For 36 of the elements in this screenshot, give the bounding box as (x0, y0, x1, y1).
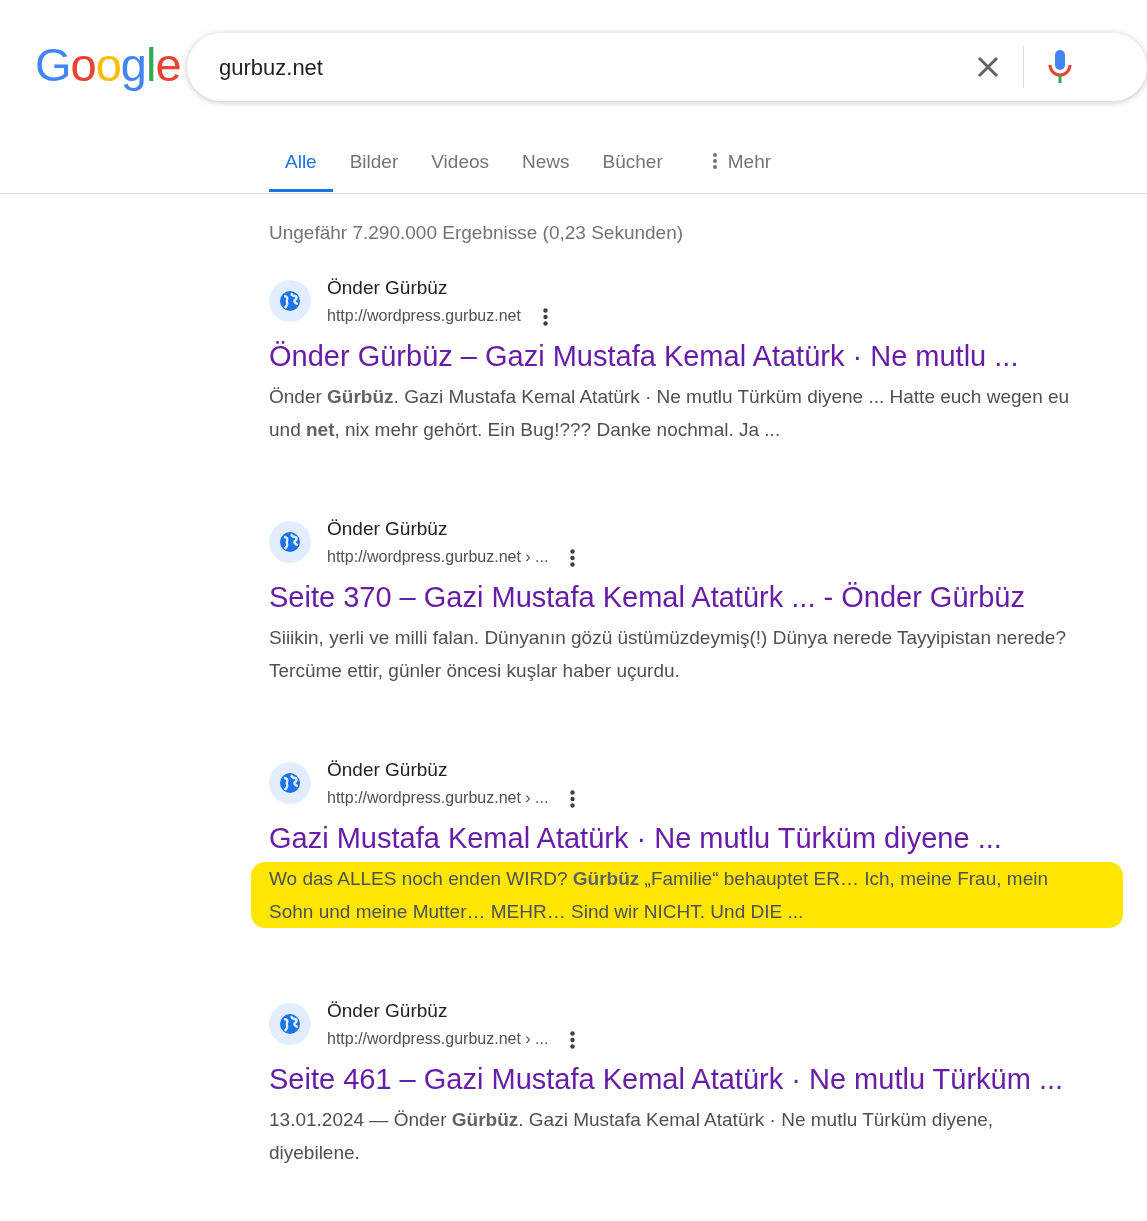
site-url: http://wordpress.gurbuz.net › ... (327, 1029, 549, 1049)
snippet-text: diyebilene. (269, 1141, 361, 1165)
close-icon[interactable] (977, 56, 999, 78)
snippet-text: Siiikin, yerli ve milli falan. Dünyanın gözü üstümüzdeymiş(!) Dünya nerede Tayyipistan nerede? (269, 626, 1067, 650)
snippet-text: Tercüme ettir, günler öncesi kuşlar haber uçurdu. (269, 659, 681, 683)
snippet-text: Wo das ALLES noch enden WIRD? Gürbüz „Familie“ behauptet ER… Ich, meine Frau, mein (269, 867, 1049, 891)
search-tab[interactable]: News (506, 134, 586, 192)
microphone-icon[interactable] (1048, 50, 1072, 84)
snippet-text: Sohn und meine Mutter… MEHR… Sind wir NICHT. Und DIE ... (269, 900, 805, 924)
search-tab[interactable]: Bücher (586, 134, 679, 192)
globe-icon (269, 280, 311, 322)
result-title-link[interactable]: Gazi Mustafa Kemal Atatürk · Ne mutlu Türküm diyene ... (269, 822, 1002, 854)
site-name: Önder Gürbüz (327, 999, 449, 1023)
search-tab[interactable]: Alle (269, 134, 333, 192)
search-input[interactable]: gurbuz.net (217, 49, 977, 85)
globe-icon (269, 762, 311, 804)
result-title-link[interactable]: Seite 370 – Gazi Mustafa Kemal Atatürk ... - Önder Gürbüz (269, 581, 1025, 613)
search-tab[interactable]: Mehr (695, 134, 788, 192)
result-count: Ungefähr 7.290.000 Ergebnisse (0,23 Sekunden) (269, 221, 685, 245)
site-url: http://wordpress.gurbuz.net › ... (327, 788, 549, 808)
site-url: http://wordpress.gurbuz.net › ... (327, 547, 549, 567)
result-title-link[interactable]: Önder Gürbüz – Gazi Mustafa Kemal Atatürk · Ne mutlu ... (269, 340, 1019, 372)
site-url: http://wordpress.gurbuz.net (327, 306, 521, 326)
snippet-text: Önder Gürbüz. Gazi Mustafa Kemal Atatürk · Ne mutlu Türküm diyene ... Hatte euch wegen eu (269, 385, 1071, 409)
search-tab[interactable]: Bilder (333, 134, 415, 192)
site-name: Önder Gürbüz (327, 758, 449, 782)
search-tab[interactable]: Videos (415, 134, 506, 192)
result-title-link[interactable]: Seite 461 – Gazi Mustafa Kemal Atatürk · Ne mutlu Türküm ... (269, 1063, 1064, 1095)
globe-icon (269, 1003, 311, 1045)
logo[interactable]: Google (35, 37, 181, 91)
site-name: Önder Gürbüz (327, 276, 449, 300)
snippet-text: und net, nix mehr gehört. Ein Bug!??? Danke nochmal. Ja ... (269, 418, 782, 442)
snippet-text: 13.01.2024 — Önder Gürbüz. Gazi Mustafa Kemal Atatürk · Ne mutlu Türküm diyene, (269, 1108, 995, 1132)
more-icon (711, 153, 718, 169)
globe-icon (269, 521, 311, 563)
site-name: Önder Gürbüz (327, 517, 449, 541)
